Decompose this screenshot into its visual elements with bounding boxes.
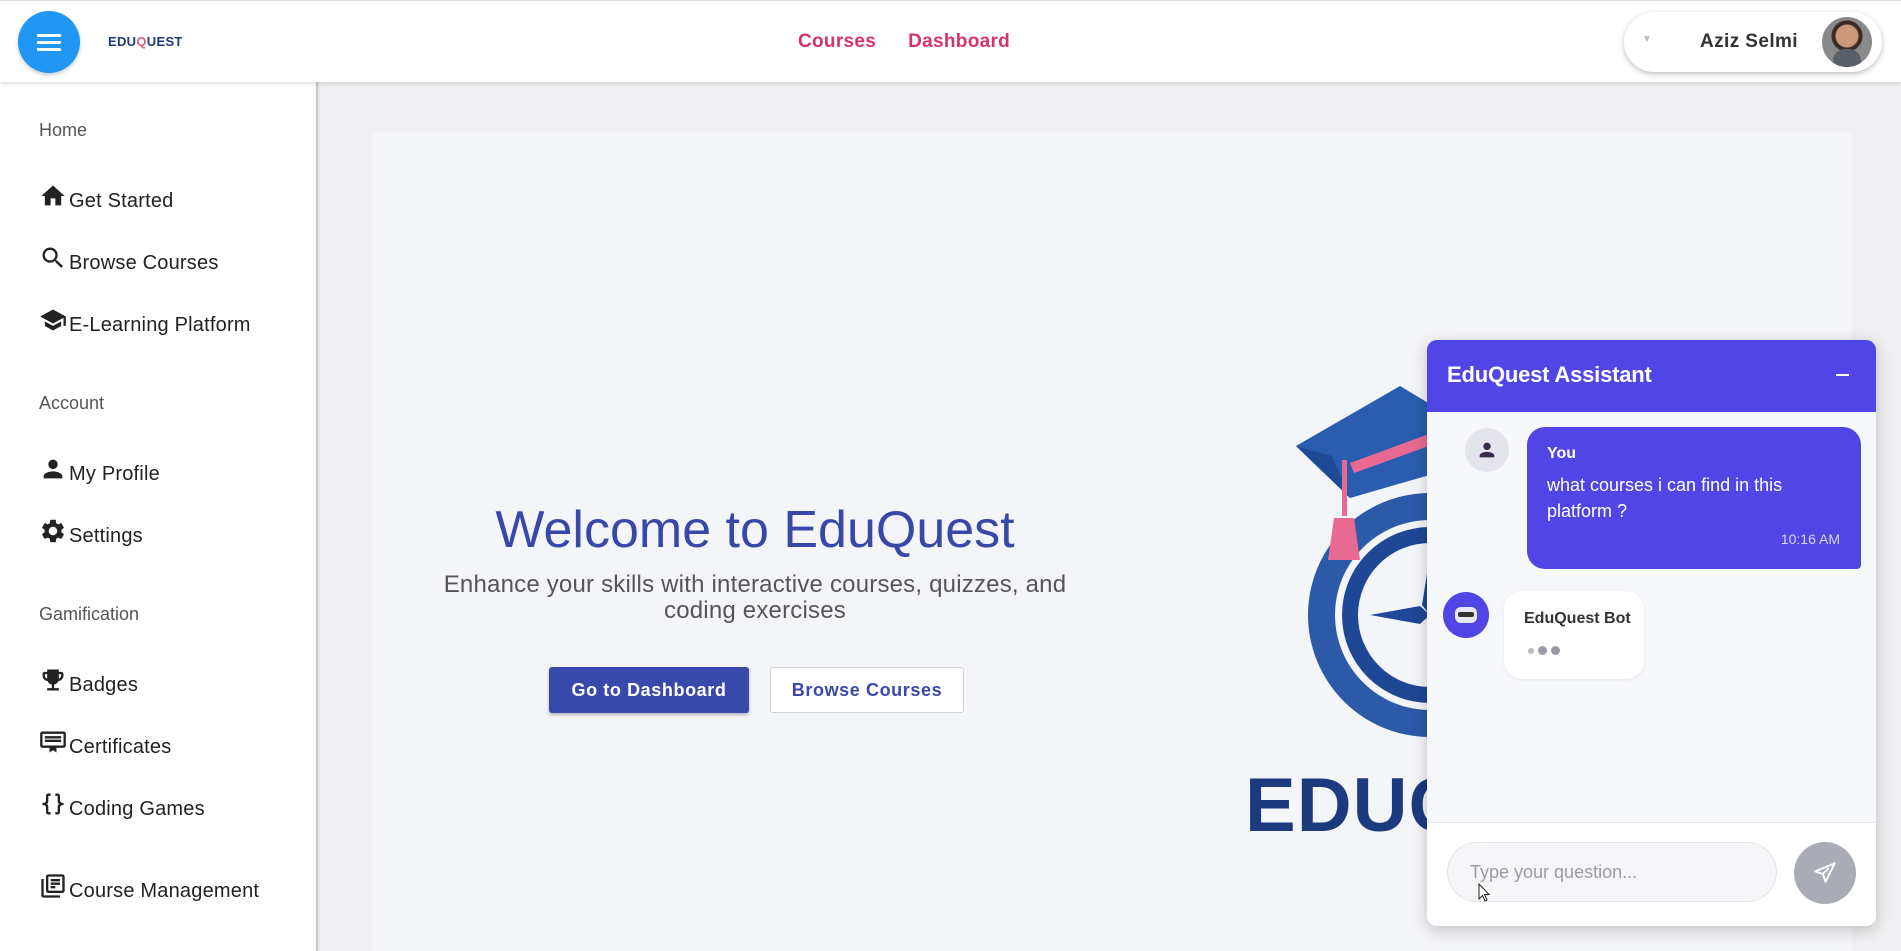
trophy-icon (42, 669, 64, 691)
avatar (1822, 17, 1872, 67)
chat-widget: EduQuest Assistant You what courses i ca… (1427, 340, 1876, 926)
page-title: Welcome to EduQuest (495, 501, 1015, 559)
certificate-icon (40, 731, 66, 753)
nav-link-dashboard[interactable]: Dashboard (908, 31, 1010, 53)
bot-message-bubble: EduQuest Bot (1504, 591, 1644, 679)
gear-icon (42, 519, 64, 543)
section-title-home: Home (39, 120, 88, 140)
chevron-down-icon: ▼ (1642, 34, 1652, 45)
sidebar-item-my-profile[interactable]: My Profile (39, 459, 160, 486)
sidebar-item-label: Settings (69, 525, 143, 547)
browse-courses-button[interactable]: Browse Courses (770, 667, 964, 713)
sidebar-item-label: My Profile (69, 463, 160, 485)
message-sender: You (1547, 445, 1577, 462)
brand-logo[interactable]: EDUQUEST (108, 34, 183, 49)
home-icon (41, 185, 65, 206)
top-nav: Courses Dashboard (798, 31, 1010, 53)
send-icon (1814, 862, 1836, 883)
section-title-gamification: Gamification (39, 604, 140, 624)
bot-avatar (1443, 592, 1489, 638)
send-button[interactable] (1794, 842, 1856, 904)
sidebar-item-label: Get Started (69, 190, 174, 212)
section-title-account: Account (39, 393, 105, 413)
message-sender: EduQuest Bot (1524, 610, 1631, 627)
mouse-cursor-icon (1478, 883, 1491, 902)
user-avatar (1465, 428, 1509, 472)
sidebar-item-settings[interactable]: Settings (39, 519, 143, 548)
sidebar-item-get-started[interactable]: Get Started (39, 185, 174, 213)
minimize-icon[interactable] (1831, 362, 1855, 386)
sidebar-item-label: Course Management (69, 880, 260, 902)
sidebar-item-label: Browse Courses (69, 252, 219, 274)
person-icon (1479, 442, 1495, 458)
user-menu[interactable]: ▼ Aziz Selmi (1624, 12, 1882, 72)
sidebar-item-label: Certificates (69, 736, 172, 758)
menu-icon (37, 30, 61, 55)
sidebar-item-badges[interactable]: Badges (39, 669, 139, 697)
chat-input[interactable] (1447, 842, 1777, 902)
person-icon (43, 459, 63, 479)
school-icon (40, 309, 66, 331)
user-message-bubble: You what courses i can find in this plat… (1527, 427, 1861, 569)
sidebar-item-coding-games[interactable]: Coding Games (39, 793, 205, 821)
sidebar-item-e-learning-platform[interactable]: E-Learning Platform (39, 309, 251, 337)
chat-input-bar (1427, 822, 1876, 926)
library-books-icon (41, 874, 65, 898)
sidebar-item-certificates[interactable]: Certificates (39, 731, 172, 759)
sidebar-item-browse-courses[interactable]: Browse Courses (39, 247, 219, 275)
user-name: Aziz Selmi (1700, 31, 1798, 52)
menu-button[interactable] (18, 11, 80, 73)
nav-link-courses[interactable]: Courses (798, 31, 876, 53)
sidebar-item-label: Coding Games (69, 798, 205, 820)
chat-header: EduQuest Assistant (1427, 340, 1876, 412)
sidebar-item-course-management[interactable]: Course Management (39, 874, 260, 903)
code-braces-icon (42, 793, 64, 815)
hero-subtitle: Enhance your skills with interactive cou… (443, 571, 1067, 624)
top-app-bar: EDUQUEST Courses Dashboard ▼ Aziz Selmi (0, 0, 1901, 82)
sidebar-item-label: E-Learning Platform (69, 314, 251, 336)
sidebar: Home Get Started Browse Courses E-Learni… (0, 82, 318, 951)
robot-icon (1455, 607, 1477, 623)
message-text: what courses i can find in this platform… (1547, 475, 1783, 521)
sidebar-item-label: Badges (69, 674, 139, 696)
typing-indicator (1528, 646, 1560, 655)
search-icon (42, 247, 63, 268)
chat-title: EduQuest Assistant (1447, 362, 1652, 387)
message-time: 10:16 AM (1780, 531, 1840, 547)
go-to-dashboard-button[interactable]: Go to Dashboard (549, 667, 749, 713)
